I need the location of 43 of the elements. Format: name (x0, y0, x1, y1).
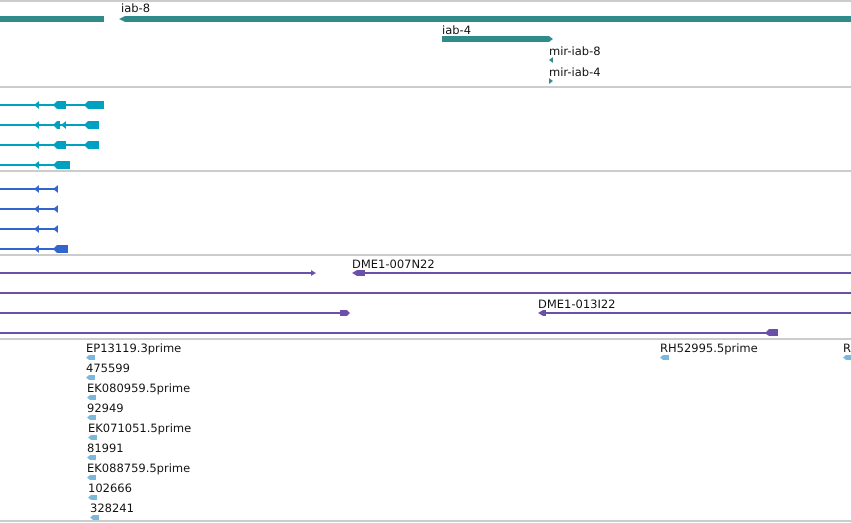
feature-bar[interactable] (0, 329, 778, 336)
feature-marker[interactable] (87, 455, 96, 460)
feature-label: EK080959.5prime (87, 381, 190, 395)
feature-bar[interactable] (352, 270, 851, 276)
feature-label: 102666 (88, 481, 132, 495)
feature-marker[interactable] (87, 415, 96, 420)
transcript-drawing[interactable] (0, 245, 68, 253)
feature-marker[interactable] (87, 475, 96, 480)
feature-label: iab-4 (442, 23, 472, 37)
feature-label: mir-iab-8 (549, 44, 601, 58)
feature-marker[interactable] (90, 515, 99, 520)
feature-bar[interactable] (538, 310, 851, 316)
feature-bar[interactable] (549, 57, 553, 63)
transcript-drawing[interactable] (0, 121, 99, 129)
feature-label: R (843, 341, 851, 355)
feature-label: EK088759.5prime (87, 461, 190, 475)
feature-marker[interactable] (86, 375, 95, 380)
transcript-drawing[interactable] (0, 101, 104, 109)
feature-label: EP13119.3prime (86, 341, 182, 355)
transcript-drawing[interactable] (0, 141, 99, 149)
feature-bar[interactable] (0, 270, 316, 276)
feature-label: DME1-007N22 (352, 257, 435, 271)
feature-marker[interactable] (88, 435, 97, 440)
feature-marker[interactable] (88, 495, 97, 500)
feature-marker[interactable] (660, 355, 669, 360)
feature-label: 328241 (90, 501, 134, 515)
feature-label: 81991 (87, 441, 124, 455)
feature-label: iab-8 (121, 1, 150, 15)
feature-marker[interactable] (843, 355, 851, 360)
feature-label: RH52995.5prime (660, 341, 758, 355)
feature-marker[interactable] (87, 395, 96, 400)
feature-label: DME1-013I22 (538, 297, 616, 311)
transcript-drawing[interactable] (0, 205, 58, 213)
feature-label: 92949 (87, 401, 124, 415)
transcript-drawing[interactable] (0, 185, 58, 193)
feature-marker[interactable] (86, 355, 95, 360)
transcript-drawing[interactable] (0, 225, 58, 233)
feature-label: 475599 (86, 361, 130, 375)
feature-label: EK071051.5prime (88, 421, 192, 435)
transcript-drawing[interactable] (0, 161, 70, 169)
feature-label: mir-iab-4 (549, 65, 601, 79)
feature-bar[interactable] (549, 78, 553, 84)
feature-bar[interactable] (0, 310, 350, 316)
